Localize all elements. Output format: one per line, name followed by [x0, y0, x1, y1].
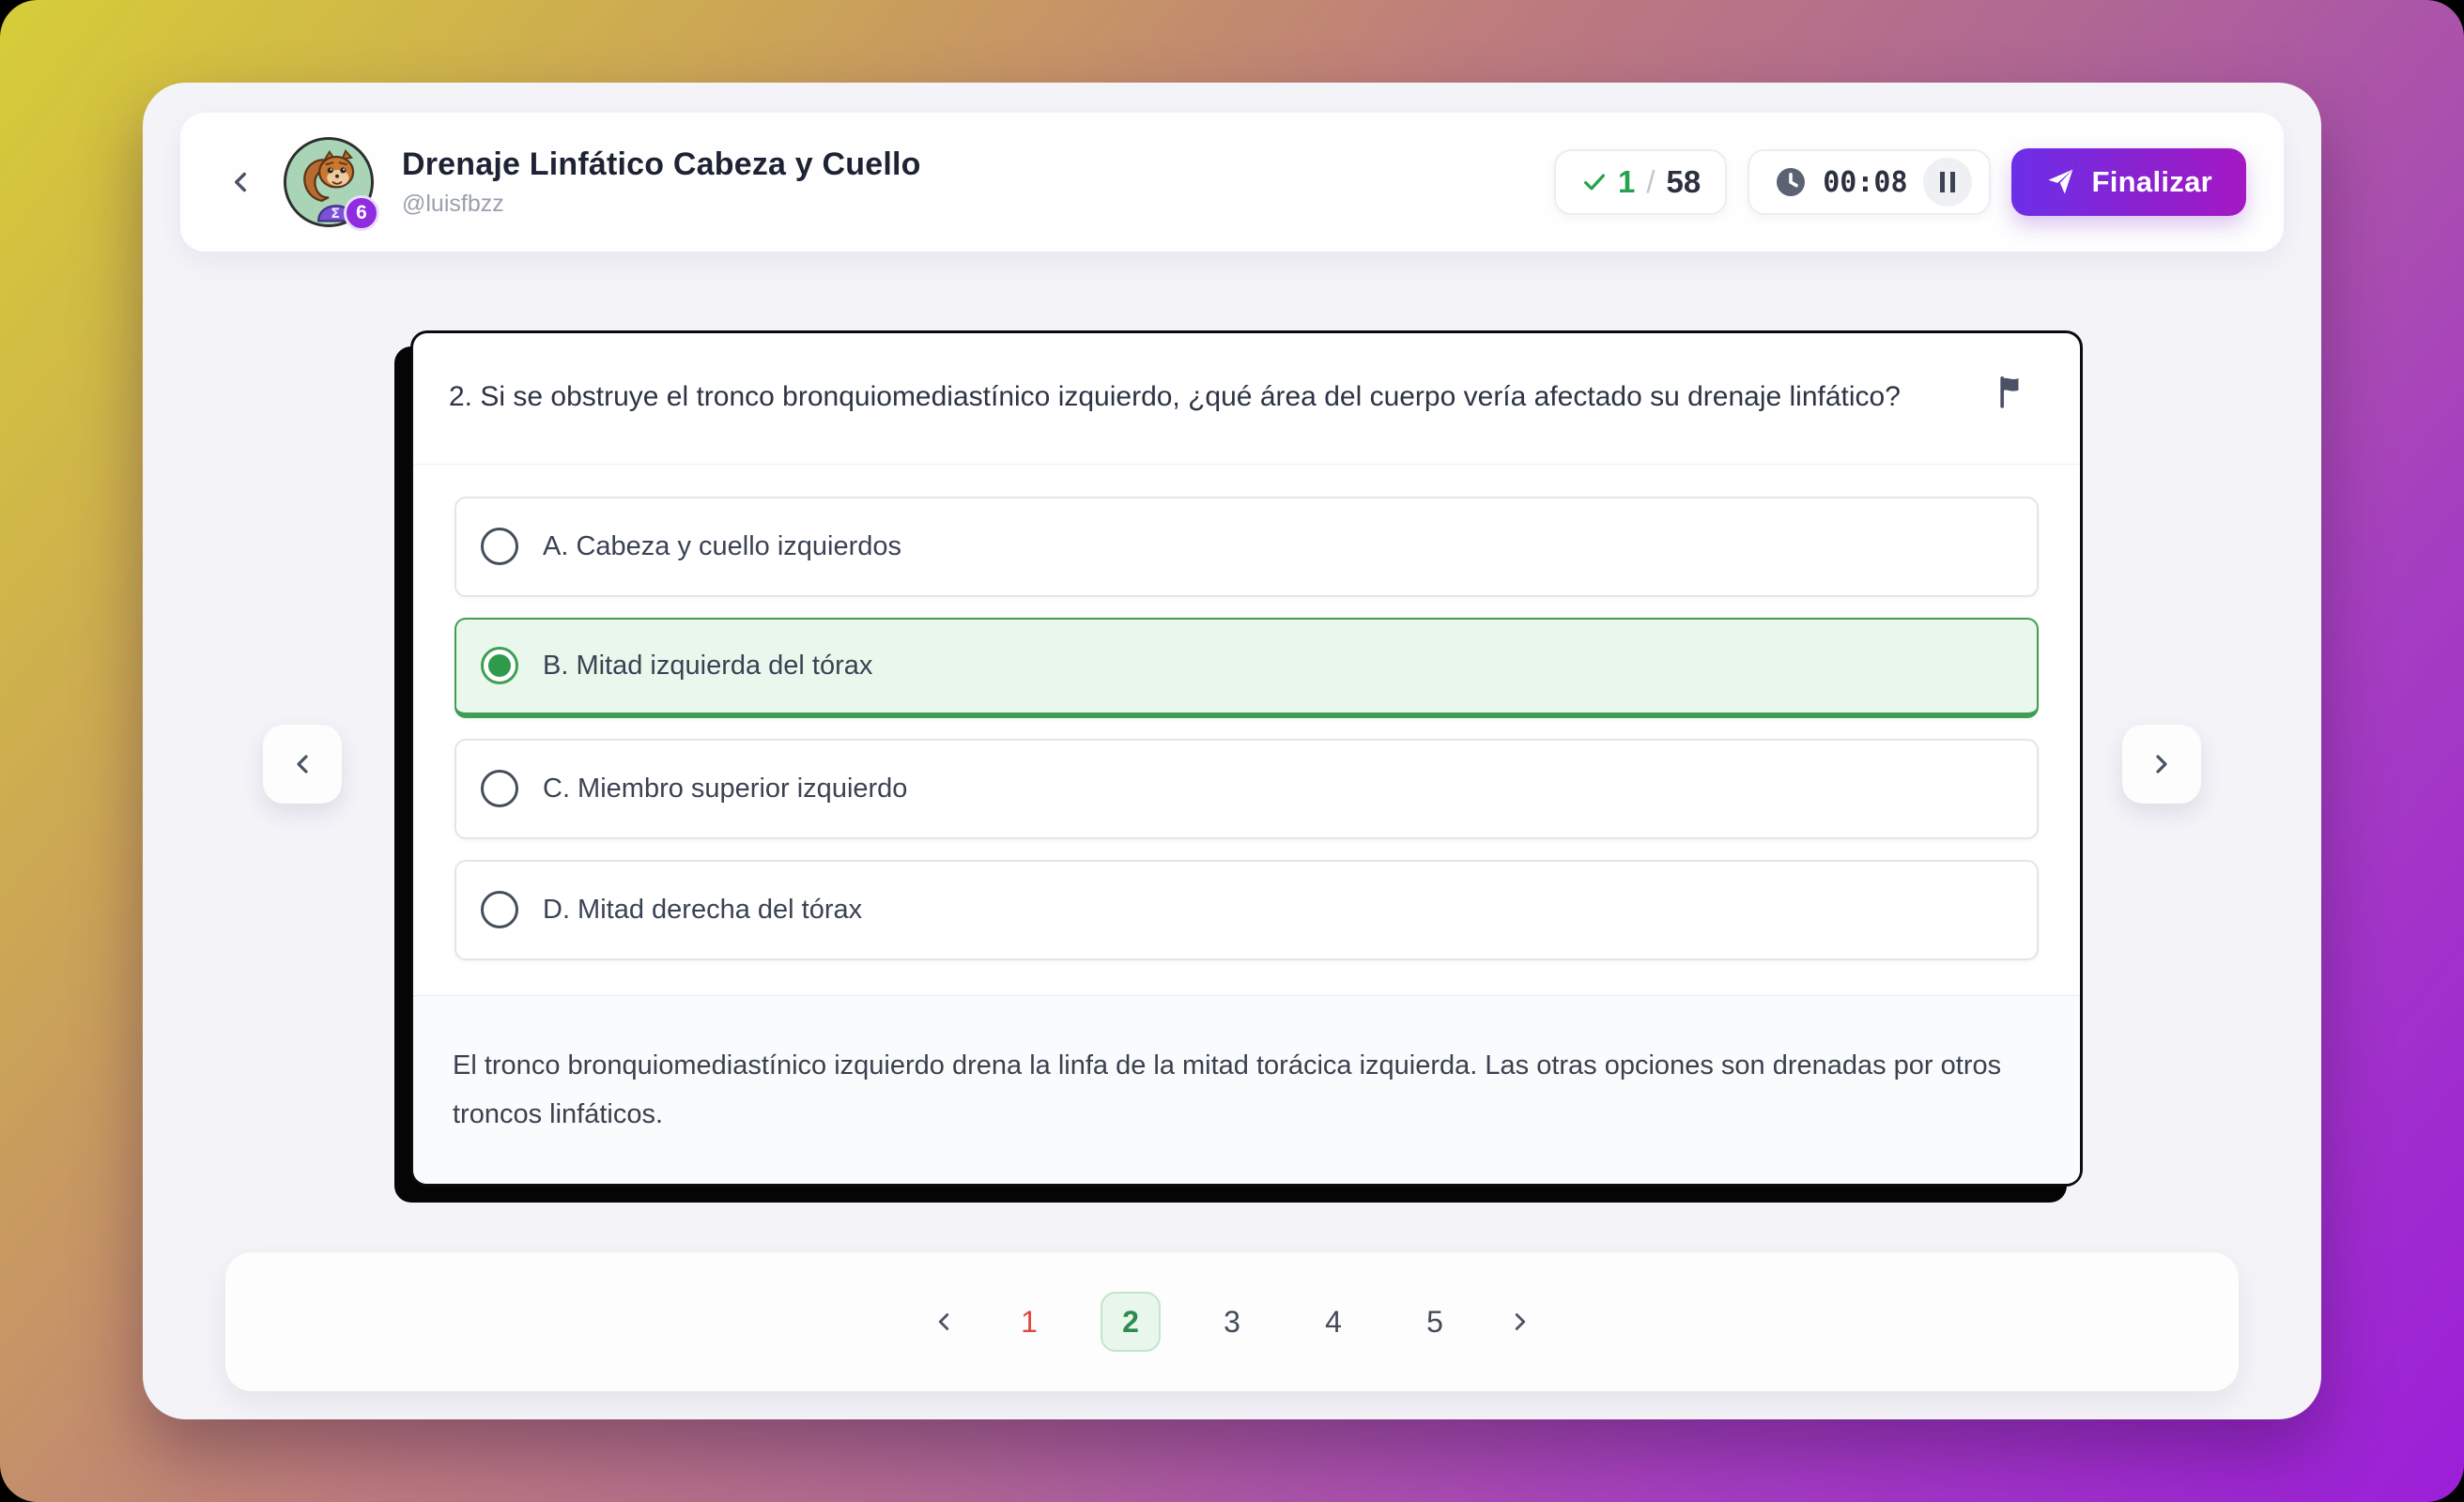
finish-button[interactable]: Finalizar [2011, 148, 2246, 216]
option-b[interactable]: B. Mitad izquierda del tórax [454, 618, 2039, 718]
next-question-button[interactable] [2122, 725, 2201, 804]
send-icon [2045, 167, 2075, 197]
option-a-label: A. Cabeza y cuello izquierdos [543, 531, 901, 562]
options-list: A. Cabeza y cuello izquierdos B. Mitad i… [413, 465, 2080, 981]
page-button-2[interactable]: 2 [1101, 1292, 1161, 1352]
page-button-5[interactable]: 5 [1405, 1292, 1465, 1352]
option-a[interactable]: A. Cabeza y cuello izquierdos [454, 497, 2039, 597]
score-badge: 1/ 58 [1554, 149, 1727, 215]
option-b-label: B. Mitad izquierda del tórax [543, 651, 872, 682]
title-block: Drenaje Linfático Cabeza y Cuello @luisf… [402, 146, 921, 218]
timer-value: 00:08 [1823, 166, 1907, 199]
pause-icon [1940, 172, 1955, 192]
header-actions: 1/ 58 00:08 Finalizar [1554, 148, 2246, 216]
timer-badge: 00:08 [1748, 149, 1990, 215]
question-header: 2. Si se obstruye el tronco bronquiomedi… [413, 333, 2080, 465]
option-d-label: D. Mitad derecha del tórax [543, 895, 862, 926]
radio-icon [481, 891, 518, 928]
score-separator: / [1644, 164, 1656, 200]
svg-text:Σ: Σ [331, 207, 340, 222]
radio-icon [481, 647, 518, 684]
pause-button[interactable] [1923, 158, 1972, 207]
explanation-text: El tronco bronquiomediastínico izquierdo… [453, 1041, 2040, 1139]
chevron-right-icon [2147, 749, 2177, 779]
previous-question-button[interactable] [263, 725, 342, 804]
clock-icon [1774, 165, 1808, 199]
chevron-left-icon [930, 1308, 958, 1336]
chevron-left-icon [287, 749, 317, 779]
score-current: 1 [1618, 164, 1635, 200]
flag-icon [1994, 373, 2035, 410]
finish-button-label: Finalizar [2092, 165, 2212, 199]
quiz-author-username: @luisfbzz [402, 191, 921, 218]
score-total: 58 [1667, 164, 1702, 200]
question-text: 2. Si se obstruye el tronco bronquiomedi… [449, 373, 1920, 422]
check-icon [1580, 168, 1609, 196]
question-card: 2. Si se obstruye el tronco bronquiomedi… [410, 330, 2083, 1187]
option-c-label: C. Miembro superior izquierdo [543, 774, 907, 805]
option-d[interactable]: D. Mitad derecha del tórax [454, 860, 2039, 960]
radio-icon [481, 528, 518, 565]
pagination-prev-button[interactable] [930, 1308, 958, 1336]
radio-icon [481, 770, 518, 807]
quiz-title: Drenaje Linfático Cabeza y Cuello [402, 146, 921, 183]
level-badge: 6 [344, 195, 379, 231]
explanation-panel: El tronco bronquiomediastínico izquierdo… [413, 995, 2080, 1184]
page-button-4[interactable]: 4 [1303, 1292, 1363, 1352]
pagination-next-button[interactable] [1506, 1308, 1534, 1336]
quiz-app-window: Σ 6 Drenaje Linfático Cabeza y Cuello @l… [143, 83, 2321, 1419]
pagination-bar: 1 2 3 4 5 [225, 1252, 2239, 1391]
page-button-3[interactable]: 3 [1202, 1292, 1262, 1352]
option-c[interactable]: C. Miembro superior izquierdo [454, 739, 2039, 839]
back-button[interactable] [210, 152, 270, 212]
flag-question-button[interactable] [1994, 371, 2035, 412]
avatar[interactable]: Σ 6 [284, 137, 374, 227]
chevron-left-icon [224, 166, 256, 198]
screenshot-stage: Σ 6 Drenaje Linfático Cabeza y Cuello @l… [0, 0, 2464, 1502]
chevron-right-icon [1506, 1308, 1534, 1336]
header-bar: Σ 6 Drenaje Linfático Cabeza y Cuello @l… [180, 113, 2284, 252]
page-button-1[interactable]: 1 [999, 1292, 1059, 1352]
